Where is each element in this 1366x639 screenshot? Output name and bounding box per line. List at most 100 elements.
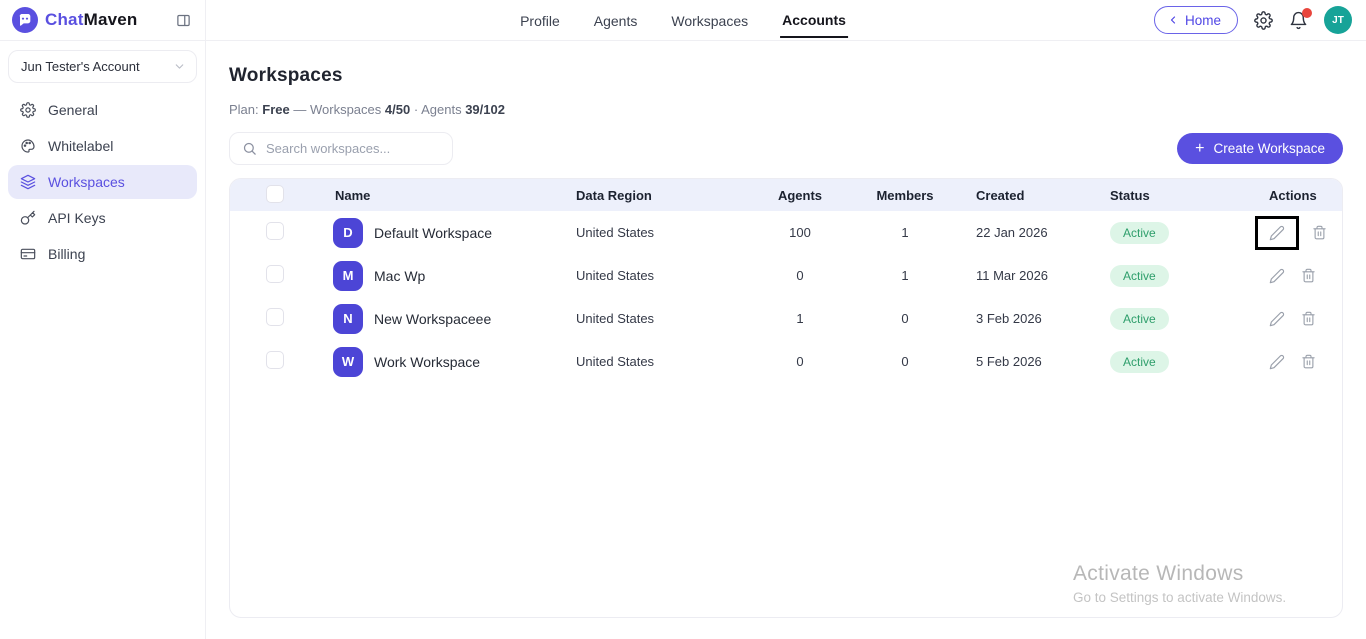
- workspace-created-date: 11 Mar 2026: [965, 268, 1110, 283]
- row-checkbox[interactable]: [266, 222, 284, 240]
- main-content: Workspaces Plan: Free — Workspaces 4/50 …: [206, 41, 1366, 639]
- table-row: M Mac Wp United States 0 1 11 Mar 2026 A…: [230, 254, 1342, 297]
- status-badge: Active: [1110, 265, 1169, 287]
- row-checkbox[interactable]: [266, 265, 284, 283]
- home-button[interactable]: Home: [1154, 6, 1238, 34]
- chevron-down-icon: [173, 60, 186, 73]
- workspace-members-count: 0: [845, 354, 965, 369]
- status-badge: Active: [1110, 222, 1169, 244]
- edit-pencil-icon[interactable]: [1266, 308, 1288, 330]
- column-header-data-region: Data Region: [570, 188, 755, 203]
- create-workspace-label: Create Workspace: [1213, 141, 1325, 156]
- credit-card-icon: [20, 246, 36, 262]
- sidebar-item-label: Billing: [48, 246, 85, 262]
- table-header-row: Name Data Region Agents Members Created …: [230, 179, 1342, 211]
- key-icon: [20, 210, 36, 226]
- workspace-created-date: 22 Jan 2026: [965, 225, 1110, 240]
- column-header-status: Status: [1110, 188, 1260, 203]
- workspace-search[interactable]: [229, 132, 453, 165]
- row-checkbox[interactable]: [266, 308, 284, 326]
- chat-bubble-logo-icon: [12, 7, 38, 33]
- account-selector-label: Jun Tester's Account: [21, 59, 140, 74]
- header-brand-area: ChatMaven: [0, 0, 206, 40]
- settings-gear-icon[interactable]: [1254, 11, 1273, 30]
- select-all-checkbox[interactable]: [266, 185, 284, 203]
- edit-pencil-icon[interactable]: [1266, 351, 1288, 373]
- status-badge: Active: [1110, 351, 1169, 373]
- delete-trash-icon[interactable]: [1309, 222, 1330, 243]
- tab-accounts[interactable]: Accounts: [780, 2, 848, 38]
- account-selector[interactable]: Jun Tester's Account: [8, 50, 197, 83]
- layers-icon: [20, 174, 36, 190]
- sidebar-item-workspaces[interactable]: Workspaces: [8, 165, 197, 199]
- tab-workspaces[interactable]: Workspaces: [669, 3, 750, 37]
- brand-name: ChatMaven: [45, 10, 138, 30]
- workspace-agents-count: 0: [755, 354, 845, 369]
- column-header-agents: Agents: [755, 188, 845, 203]
- edit-pencil-icon[interactable]: [1266, 222, 1288, 244]
- palette-icon: [20, 138, 36, 154]
- sidebar-item-label: API Keys: [48, 210, 106, 226]
- column-header-members: Members: [845, 188, 965, 203]
- workspaces-table: Name Data Region Agents Members Created …: [229, 178, 1343, 618]
- app-root: ChatMaven Profile Agents Workspaces Acco…: [0, 0, 1366, 639]
- sidebar-item-label: Workspaces: [48, 174, 125, 190]
- brand-logo: ChatMaven: [12, 7, 138, 33]
- sidebar-item-api-keys[interactable]: API Keys: [8, 201, 197, 235]
- sidebar-item-label: General: [48, 102, 98, 118]
- search-input[interactable]: [266, 141, 442, 156]
- sidebar-toggle-icon[interactable]: [176, 13, 191, 28]
- agents-usage: 39/102: [465, 102, 505, 117]
- edit-pencil-icon[interactable]: [1266, 265, 1288, 287]
- delete-trash-icon[interactable]: [1298, 351, 1319, 372]
- user-avatar[interactable]: JT: [1324, 6, 1352, 34]
- column-header-name: Name: [330, 188, 570, 203]
- chevron-left-icon: [1167, 14, 1179, 26]
- sidebar-item-label: Whitelabel: [48, 138, 113, 154]
- notification-badge-dot: [1302, 8, 1312, 18]
- workspaces-usage: 4/50: [385, 102, 410, 117]
- tab-profile[interactable]: Profile: [518, 3, 562, 37]
- sidebar-item-general[interactable]: General: [8, 93, 197, 127]
- header-actions: Home JT: [1154, 6, 1366, 34]
- home-button-label: Home: [1185, 13, 1221, 28]
- column-header-created: Created: [965, 188, 1110, 203]
- plan-summary: Plan: Free — Workspaces 4/50 · Agents 39…: [229, 102, 1343, 117]
- workspace-created-date: 5 Feb 2026: [965, 354, 1110, 369]
- workspace-members-count: 0: [845, 311, 965, 326]
- workspace-created-date: 3 Feb 2026: [965, 311, 1110, 326]
- workspace-initial-avatar: D: [333, 218, 363, 248]
- table-row: W Work Workspace United States 0 0 5 Feb…: [230, 340, 1342, 383]
- plan-name: Free: [262, 102, 289, 117]
- top-nav: Profile Agents Workspaces Accounts: [518, 0, 848, 40]
- delete-trash-icon[interactable]: [1298, 265, 1319, 286]
- table-toolbar: + Create Workspace: [229, 132, 1343, 165]
- workspace-region: United States: [570, 225, 755, 240]
- delete-trash-icon[interactable]: [1298, 308, 1319, 329]
- workspace-agents-count: 0: [755, 268, 845, 283]
- workspace-initial-avatar: W: [333, 347, 363, 377]
- workspace-name: Default Workspace: [374, 225, 492, 241]
- notifications-bell-icon[interactable]: [1289, 11, 1308, 30]
- workspace-region: United States: [570, 354, 755, 369]
- workspace-members-count: 1: [845, 225, 965, 240]
- workspace-initial-avatar: M: [333, 261, 363, 291]
- table-row: N New Workspaceee United States 1 0 3 Fe…: [230, 297, 1342, 340]
- top-header: ChatMaven Profile Agents Workspaces Acco…: [0, 0, 1366, 41]
- workspace-agents-count: 100: [755, 225, 845, 240]
- sidebar: Jun Tester's Account General: [0, 41, 206, 639]
- sidebar-item-whitelabel[interactable]: Whitelabel: [8, 129, 197, 163]
- sidebar-item-billing[interactable]: Billing: [8, 237, 197, 271]
- gear-icon: [20, 102, 36, 118]
- table-row: D Default Workspace United States 100 1 …: [230, 211, 1342, 254]
- row-checkbox[interactable]: [266, 351, 284, 369]
- workspace-region: United States: [570, 311, 755, 326]
- workspace-name: Mac Wp: [374, 268, 425, 284]
- workspace-members-count: 1: [845, 268, 965, 283]
- focus-highlight-box: [1255, 216, 1299, 250]
- tab-agents[interactable]: Agents: [592, 3, 640, 37]
- page-title: Workspaces: [229, 65, 1343, 87]
- create-workspace-button[interactable]: + Create Workspace: [1177, 133, 1343, 164]
- workspace-name: Work Workspace: [374, 354, 480, 370]
- workspace-initial-avatar: N: [333, 304, 363, 334]
